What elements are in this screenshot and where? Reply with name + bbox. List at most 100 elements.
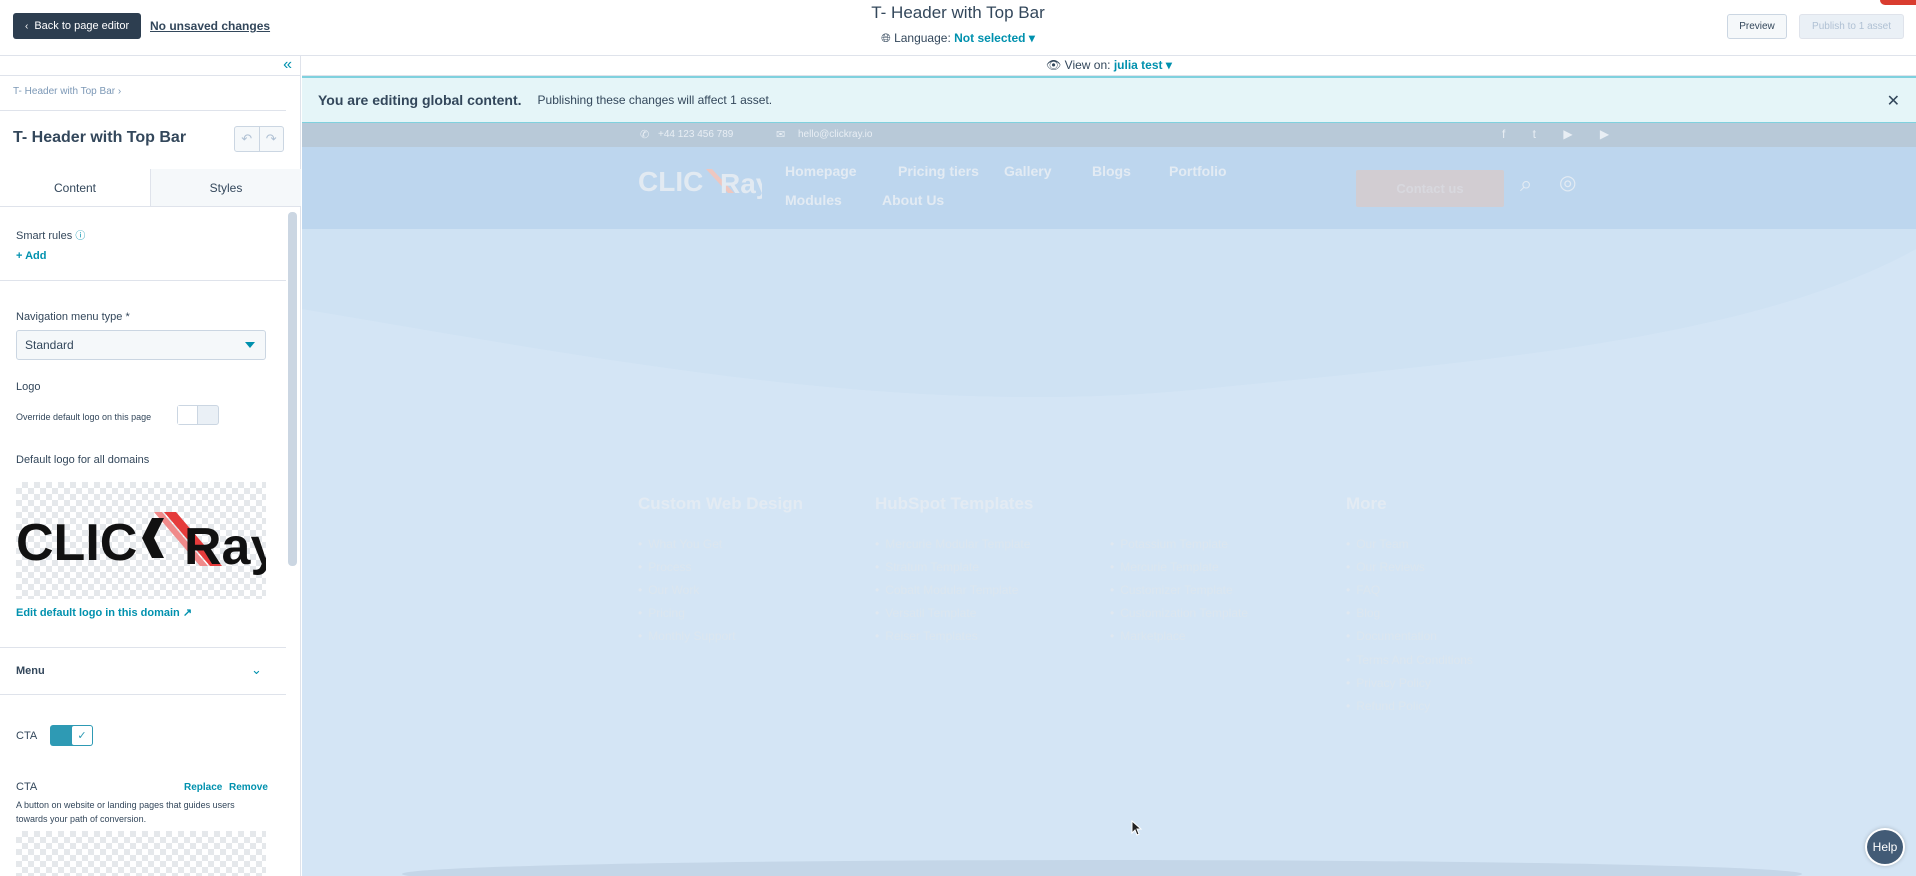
footer-link[interactable]: Potassium Template [1110,537,1228,551]
menu-section-label[interactable]: Menu [16,665,45,677]
sidebar-scrollbar[interactable] [288,212,297,566]
chevron-down-icon[interactable]: ⌄ [251,662,262,678]
footer-link[interactable]: Stratum Template [875,560,979,574]
nav-item-pricing[interactable]: Pricing tiers [898,163,979,179]
footer-link[interactable]: Blog [1346,606,1380,620]
site-header: CLIC Ray Homepage Pricing tiers Gallery … [302,147,1916,229]
override-logo-label: Override default logo on this page [16,412,152,422]
contact-us-button[interactable]: Contact us [1356,170,1504,207]
default-logo-preview[interactable]: CLIC Ray [16,482,266,599]
top-bar-strip: ✆ +44 123 456 789 ✉ hello@clickray.io f … [302,123,1916,147]
contact-phone: +44 123 456 789 [658,129,734,140]
cta-section-label: CTA [16,781,38,793]
svg-text:Ray: Ray [184,518,266,576]
breadcrumb-label[interactable]: T- Header with Top Bar [13,86,115,97]
footer-link[interactable]: Mercurie Template [1110,560,1218,574]
footer-link[interactable]: Our Reviews [1346,560,1425,574]
divider [0,694,286,695]
double-chevron-left-icon[interactable]: « [283,56,292,74]
redo-icon[interactable]: ↷ [258,127,284,151]
nav-item-modules[interactable]: Modules [785,192,842,208]
footer-link[interactable]: Cobalt Modular Template [875,583,1018,597]
nav-type-select[interactable]: Standard [16,330,266,360]
banner-text: Publishing these changes will affect 1 a… [537,93,773,107]
svg-text:CLIC: CLIC [638,166,703,197]
social-icons: f t ▶ ▶ [1502,127,1622,141]
footer-link[interactable]: Marketplace [1110,629,1185,643]
search-icon[interactable]: ⌕ [1520,171,1532,197]
nav-item-portfolio[interactable]: Portfolio [1169,163,1227,179]
view-on-value[interactable]: julia test [1114,58,1163,72]
footer-link[interactable]: Documentation [1346,629,1437,643]
publish-button[interactable]: Publish to 1 asset [1799,14,1904,39]
svg-text:Ray: Ray [720,168,762,199]
tab-styles[interactable]: Styles [151,169,301,206]
global-content-banner: You are editing global content. Publishi… [302,76,1916,123]
nav-item-gallery[interactable]: Gallery [1004,163,1051,179]
footer-link[interactable]: Versatil Template [875,606,976,620]
undo-icon[interactable]: ↶ [235,127,259,151]
tab-content[interactable]: Content [0,169,151,206]
undo-redo-group: ↶ ↷ [234,126,284,152]
notification-corner [1880,0,1916,5]
info-icon[interactable]: ⓘ [75,231,85,242]
footer-link[interactable]: Customization Template [1110,606,1248,620]
footer-link[interactable]: Process [638,560,691,574]
breadcrumb[interactable]: T- Header with Top Bar › [13,86,121,97]
footer-link[interactable]: Mercurie Modular Template [875,537,1030,551]
cta-toggle-label: CTA [16,730,38,742]
footer-link[interactable]: Terms And Conditions [1346,653,1473,667]
footer-link[interactable]: Monthly Support [638,629,735,643]
mouse-cursor-icon [1131,820,1143,836]
nav-item-blogs[interactable]: Blogs [1092,163,1131,179]
footer-link[interactable]: Reiser Templates [875,629,977,643]
check-icon: ✓ [72,726,92,745]
close-icon[interactable]: ✕ [1887,91,1900,111]
caret-down-icon [245,342,255,348]
footer-link[interactable]: Pricing [638,606,685,620]
footer-link[interactable]: Customizer Template [1110,583,1233,597]
edit-default-logo-link[interactable]: Edit default logo in this domain ↗ [16,606,192,619]
add-smart-rule-button[interactable]: + Add [16,250,46,262]
view-on-selector[interactable]: 👁︎ View on: julia test ▾ [302,56,1916,76]
sidebar-tabs: Content Styles [0,169,301,207]
language-selector[interactable]: 🌐︎ Language: Not selected ▾ [0,31,1916,46]
nav-type-value: Standard [25,338,74,352]
add-label: Add [25,250,47,262]
override-logo-toggle[interactable] [177,405,219,425]
footer-link[interactable]: Our Team [1346,537,1408,551]
module-title: T- Header with Top Bar [13,129,187,146]
caret-down-icon: ▾ [1165,58,1172,72]
footer-link[interactable]: FAQ [1346,583,1380,597]
site-logo: CLIC Ray [638,166,762,199]
page-canvas: 👁︎ View on: julia test ▾ You are editing… [302,56,1916,876]
help-button[interactable]: Help [1865,828,1905,866]
divider [0,280,286,281]
remove-cta-link[interactable]: Remove [229,782,268,793]
cta-toggle[interactable]: ✓ [50,725,93,746]
logo-label: Logo [16,381,41,393]
hero-wave [302,229,1916,876]
clickray-logo: CLIC Ray [16,512,266,576]
nav-type-label: Navigation menu type * [16,311,130,323]
user-icon[interactable]: ◎ [1559,170,1576,195]
footer-link[interactable]: What You Get [638,537,722,551]
divider [0,647,286,648]
nav-item-about[interactable]: About Us [882,192,944,208]
phone-icon: ✆ [640,129,650,141]
replace-cta-link[interactable]: Replace [184,782,222,793]
footer-link[interactable]: Privacy Policy [1346,676,1431,690]
cta-preview[interactable] [16,831,266,876]
nav-item-homepage[interactable]: Homepage [785,163,857,179]
page-title: T- Header with Top Bar [871,3,1045,22]
globe-icon: 🌐︎ [881,31,891,45]
mail-icon: ✉ [776,129,786,141]
footer-link[interactable]: Our Work [638,583,699,597]
language-value[interactable]: Not selected [954,31,1025,45]
smart-rules-text: Smart rules [16,230,73,242]
view-on-label: View on: [1064,58,1111,72]
svg-text:CLIC: CLIC [16,514,137,572]
sidebar: « T- Header with Top Bar › T- Header wit… [0,56,301,876]
preview-button[interactable]: Preview [1727,14,1787,39]
footer-link[interactable]: Refund Policy [1346,699,1430,713]
